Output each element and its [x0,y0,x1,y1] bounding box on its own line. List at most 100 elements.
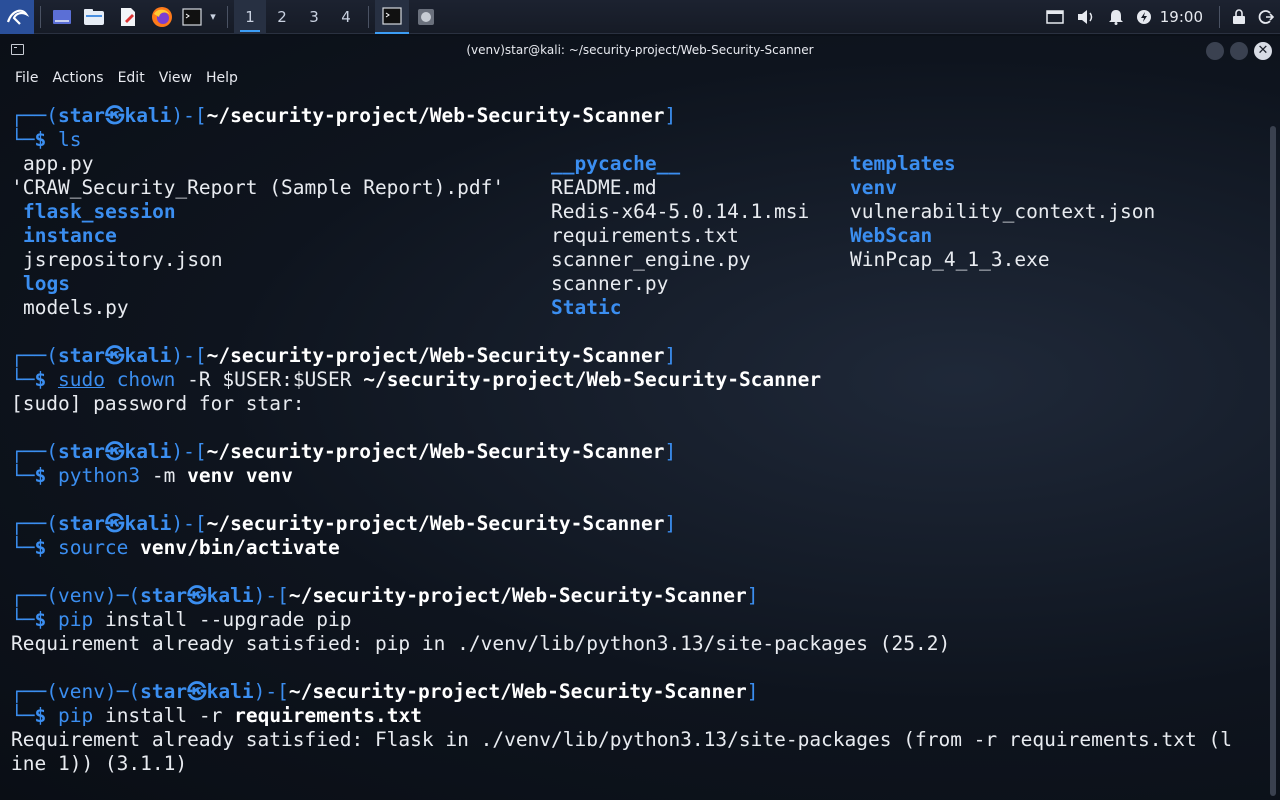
workspace-3[interactable]: 3 [298,0,330,34]
command-arg: $USER:$USER [222,368,352,391]
text-editor-icon[interactable] [111,0,145,34]
prompt-user: star [57,104,105,127]
command-line: └─$ sudo chown -R $USER:$USER ~/security… [11,368,822,391]
workspace-4[interactable]: 4 [330,0,362,34]
command-arg: ~/security-project/Web-Security-Scanner [363,368,822,391]
command-arg: venv/bin/activate [140,536,340,559]
output-line: ine 1)) (3.1.1) [11,752,188,775]
prompt-host: kali [124,440,172,463]
kali-menu-icon[interactable] [0,0,34,34]
command-line: └─$ ls [11,128,82,151]
command-line: └─$ pip install --upgrade pip [11,608,352,631]
command-arg: venv [187,464,235,487]
terminal-output[interactable]: ┌──(star㉿kali)-[~/security-project/Web-S… [11,80,1266,775]
ls-entry: README.md [551,176,657,199]
ls-entry-dir: flask_session [23,200,176,223]
prompt-cwd: ~/security-project/Web-Security-Scanner [288,584,747,607]
prompt-user: star [57,512,105,535]
prompt-host: kali [206,680,254,703]
terminal-icon[interactable] [179,0,205,34]
prompt-host: kali [124,344,172,367]
command-chown: chown [116,368,176,391]
command-pip: pip [57,608,94,631]
ls-output-row: jsrepository.json scanner_engine.py WinP… [11,248,1266,272]
ls-entry-dir: logs [23,272,70,295]
prompt-at: ㉿ [187,680,207,703]
prompt-line-venv: ┌──(venv)─(star㉿kali)-[~/security-projec… [11,680,759,703]
ls-output-row: models.py Static [11,296,1266,320]
prompt-host: kali [124,512,172,535]
command-line: └─$ python3 -m venv venv [11,464,293,487]
desktop-icon[interactable] [47,0,77,34]
command-option: -m [151,464,176,487]
prompt-user: star [57,440,105,463]
ls-output-row: instance requirements.txt WebScan [11,224,1266,248]
ls-entry-dir: Static [551,296,622,319]
command-arg: requirements.txt [234,704,422,727]
prompt-host: kali [206,584,254,607]
prompt-cwd: ~/security-project/Web-Security-Scanner [206,440,665,463]
prompt-venv: (venv) [46,680,117,703]
ls-output-row: flask_session Redis-x64-5.0.14.1.msi vul… [11,200,1266,224]
workspace-1[interactable]: 1 [234,0,266,34]
ls-entry-dir: templates [850,152,956,175]
ls-entry: Redis-x64-5.0.14.1.msi [551,200,810,223]
workspace-display-icon[interactable] [1040,0,1070,34]
ls-output-row: logs scanner.py [11,272,1266,296]
command-python: python3 [57,464,141,487]
close-button[interactable]: ✕ [1254,42,1272,60]
ls-output-row: 'CRAW_Security_Report (Sample Report).pd… [11,176,1266,200]
file-manager-icon[interactable] [77,0,111,34]
system-tray: 19:00 [1040,0,1280,34]
logout-icon[interactable] [1252,0,1280,34]
prompt-at: ㉿ [104,512,125,535]
prompt-line: ┌──(star㉿kali)-[~/security-project/Web-S… [11,512,677,535]
prompt-venv: (venv) [46,584,117,607]
ls-entry-dir: venv [850,176,897,199]
notification-bell-icon[interactable] [1102,0,1130,34]
screenshot-task-icon[interactable] [409,0,443,34]
volume-icon[interactable] [1070,0,1102,34]
scrollbar[interactable] [1270,126,1276,796]
lock-icon[interactable] [1226,0,1252,34]
command-sudo: sudo [57,368,105,391]
ls-entry: scanner.py [551,272,669,295]
title-bar[interactable]: (venv)star@kali: ~/security-project/Web-… [0,36,1280,64]
taskbar-separator [368,5,369,28]
ls-entry: WinPcap_4_1_3.exe [850,248,1050,271]
ls-entry: jsrepository.json [23,248,223,271]
command-option: -R [187,368,211,391]
command-args: install --upgrade pip [104,608,352,631]
prompt-host: kali [124,104,172,127]
clock[interactable]: 19:00 [1160,8,1203,26]
prompt-cwd: ~/security-project/Web-Security-Scanner [206,344,665,367]
prompt-at: ㉿ [104,440,125,463]
workspace-2[interactable]: 2 [266,0,298,34]
prompt-cwd: ~/security-project/Web-Security-Scanner [206,512,665,535]
terminal-task-icon[interactable] [375,0,409,34]
firefox-icon[interactable] [145,0,179,34]
prompt-line: ┌──(star㉿kali)-[~/security-project/Web-S… [11,104,677,127]
prompt-cwd: ~/security-project/Web-Security-Scanner [206,104,665,127]
taskbar-separator [1219,6,1220,28]
prompt-line-venv: ┌──(venv)─(star㉿kali)-[~/security-projec… [11,584,759,607]
ls-entry: vulnerability_context.json [850,200,1156,223]
power-status-icon[interactable] [1130,0,1158,34]
minimize-button[interactable] [1206,42,1224,60]
prompt-user: star [140,584,188,607]
ls-entry: requirements.txt [551,224,739,247]
prompt-at: ㉿ [187,584,207,607]
command-args: install -r [104,704,223,727]
prompt-cwd: ~/security-project/Web-Security-Scanner [288,680,747,703]
maximize-button[interactable] [1230,42,1248,60]
prompt-line: ┌──(star㉿kali)-[~/security-project/Web-S… [11,344,677,367]
chevron-down-icon[interactable]: ▾ [205,0,221,34]
output-line: [sudo] password for star: [11,392,305,415]
ls-entry: scanner_engine.py [551,248,751,271]
command-ls: ls [57,128,82,151]
